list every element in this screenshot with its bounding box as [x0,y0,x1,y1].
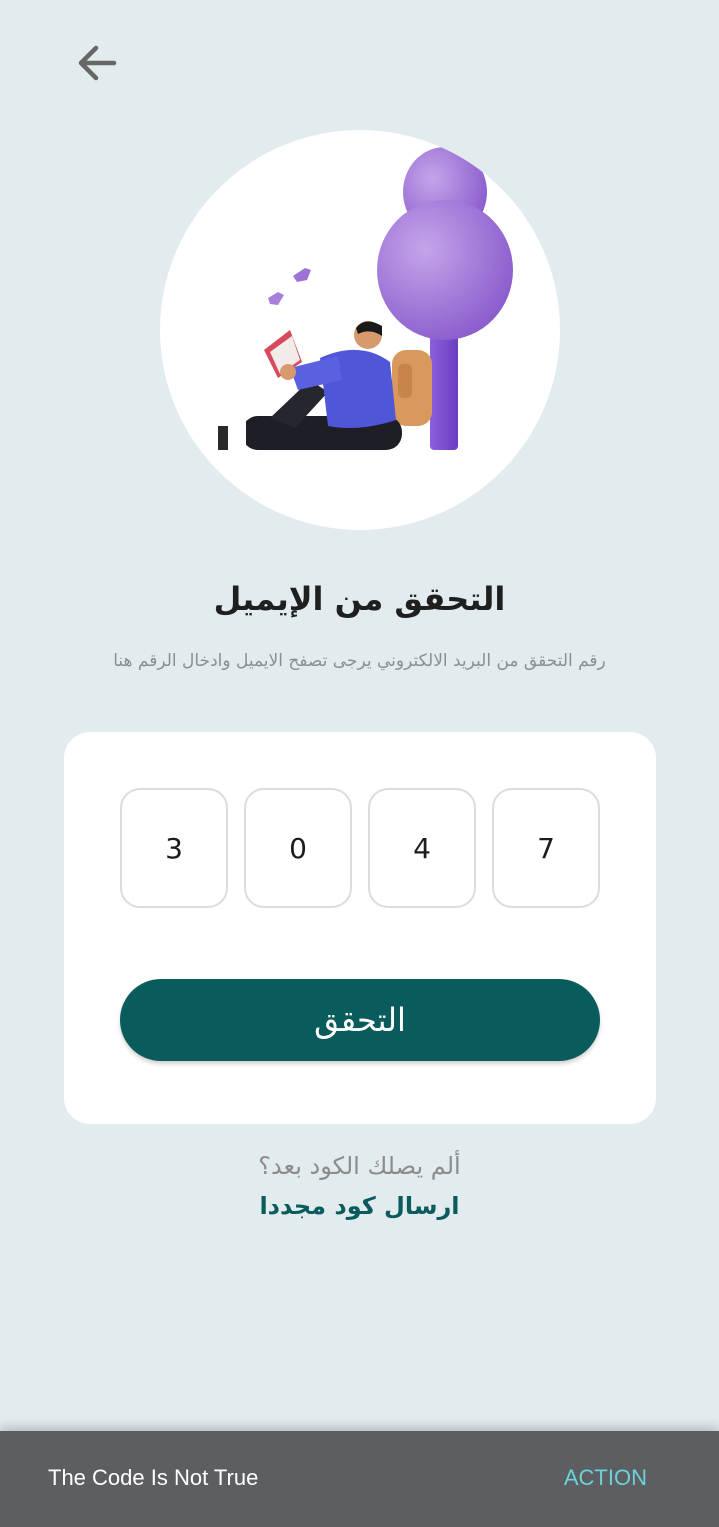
otp-digit-2[interactable]: 0 [244,788,352,908]
otp-digit-4[interactable]: 7 [492,788,600,908]
verify-email-screen: التحقق من الإيميل رقم التحقق من البريد ا… [0,0,719,1527]
otp-digit-1[interactable]: 3 [120,788,228,908]
arrow-left-icon [78,45,117,81]
back-button[interactable] [66,32,126,92]
page-title: التحقق من الإيميل [213,580,506,618]
snackbar: The Code Is Not True ACTION [0,1431,719,1527]
page-subtitle: رقم التحقق من البريد الالكتروني يرجى تصف… [113,651,606,671]
hero-illustration-circle [160,130,560,530]
otp-digit-3[interactable]: 4 [368,788,476,908]
resend-question: ألم يصلك الكود بعد؟ [258,1152,461,1180]
snackbar-message: The Code Is Not True [48,1465,259,1490]
verify-button[interactable]: التحقق [120,979,600,1061]
snackbar-action-button[interactable]: ACTION [564,1465,647,1491]
otp-input-row: 3 0 4 7 [120,788,600,912]
otp-card: 3 0 4 7 التحقق [64,732,656,1124]
resend-code-link[interactable]: ارسال كود مجددا [0,1192,719,1220]
person-reading-under-tree-illustration [216,147,513,450]
